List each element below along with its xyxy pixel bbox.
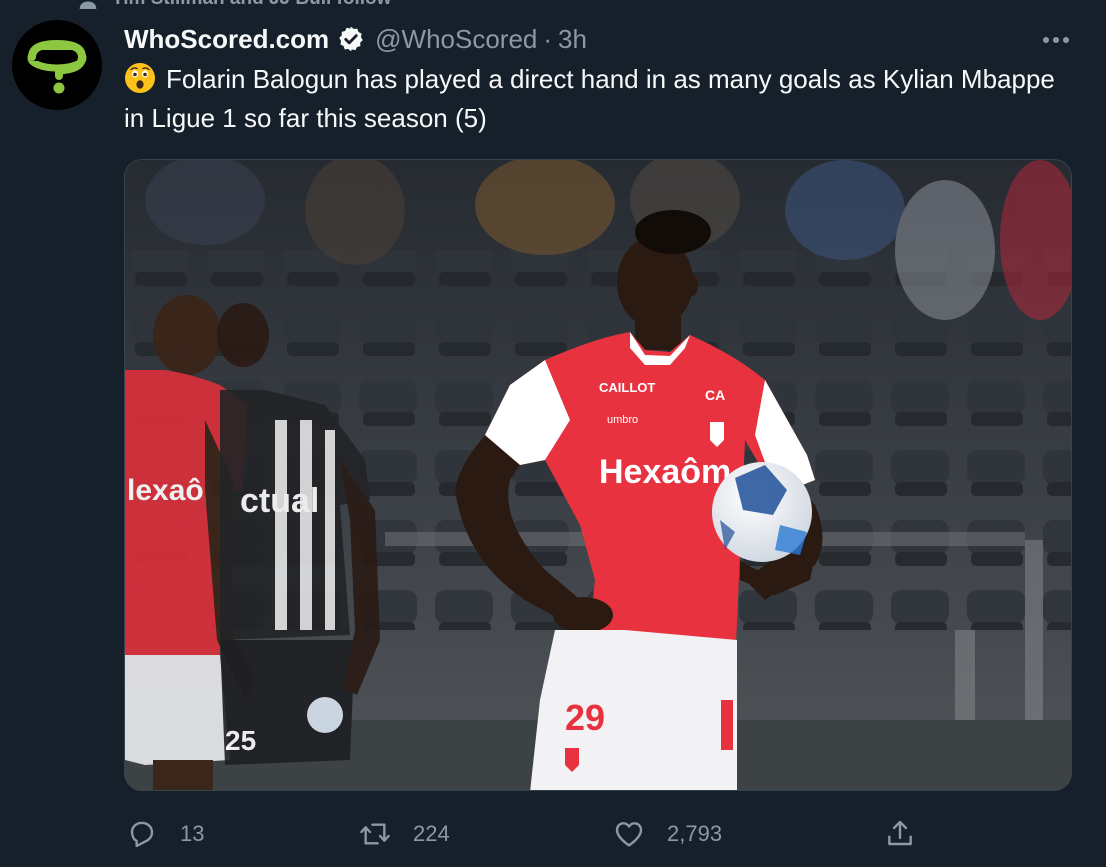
tweet-body-text: Folarin Balogun has played a direct hand… (124, 64, 1055, 133)
avatar[interactable] (12, 20, 102, 110)
astonished-face-emoji-icon (125, 63, 155, 93)
tweet-actions: 13 224 2,793 (124, 812, 924, 856)
timestamp[interactable]: 3h (558, 24, 587, 55)
opponent-number-text: 25 (225, 725, 256, 756)
kit-maker-text: umbro (607, 414, 638, 426)
bank-logo-text: CA (705, 387, 725, 403)
social-context[interactable]: Tim Stillman and JJ Bull follow (78, 0, 391, 10)
share-button[interactable] (884, 812, 916, 856)
handle[interactable]: @WhoScored (375, 24, 537, 55)
reply-button[interactable]: 13 (126, 812, 204, 856)
retweet-count: 224 (413, 821, 450, 846)
jersey-sponsor-text: Hexaôm (599, 453, 731, 491)
whoscored-logo-icon (27, 39, 87, 94)
tweet-header: WhoScored.com @WhoScored · 3h (124, 22, 587, 56)
shorts-number-text: 29 (565, 697, 605, 738)
share-icon (888, 820, 912, 846)
reply-count: 13 (180, 821, 205, 846)
like-button[interactable]: 2,793 (613, 812, 722, 856)
reply-icon (130, 821, 154, 848)
person-icon (79, 1, 97, 9)
tweet-photo[interactable]: lexaôm ctual 25 Hexaôm CAILLOT umbro CA … (124, 159, 1072, 791)
heart-icon (615, 822, 643, 847)
more-options-button[interactable] (1036, 26, 1076, 54)
football-player-photo: lexaôm ctual 25 Hexaôm CAILLOT umbro CA … (125, 160, 1071, 790)
chest-logo-text: CAILLOT (599, 380, 655, 395)
retweet-icon (360, 823, 390, 845)
separator-dot: · (543, 23, 553, 54)
retweet-button[interactable]: 224 (359, 812, 450, 856)
more-horizontal-icon (1043, 37, 1069, 43)
tweet-text: Folarin Balogun has played a direct hand… (124, 60, 1064, 138)
verified-badge-icon[interactable] (337, 25, 365, 53)
tweet-page: Tim Stillman and JJ Bull follow WhoScore… (0, 0, 1106, 867)
like-count: 2,793 (667, 821, 723, 846)
opponent-sponsor-text: ctual (240, 482, 319, 520)
display-name[interactable]: WhoScored.com (124, 24, 329, 55)
social-context-text: Tim Stillman and JJ Bull follow (112, 0, 391, 10)
